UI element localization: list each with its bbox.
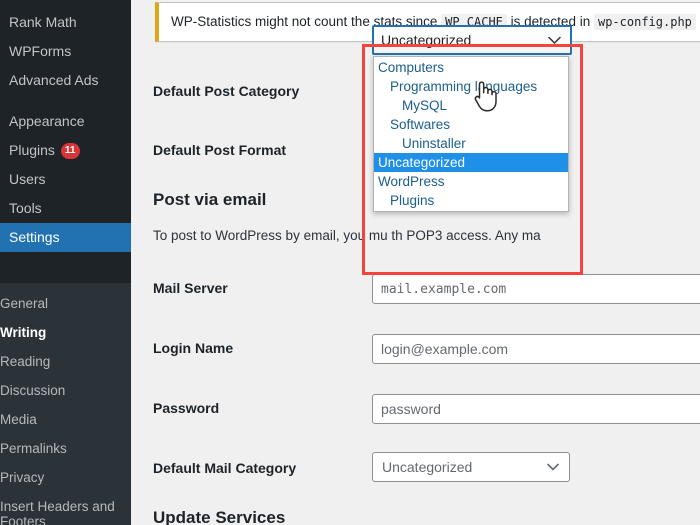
sidebar-item-settings[interactable]: Settings	[0, 223, 131, 252]
label-default-post-category: Default Post Category	[153, 83, 300, 99]
option-plugins[interactable]: Plugins	[374, 191, 568, 210]
option-mysql[interactable]: MySQL	[374, 96, 568, 115]
submenu-item-discussion[interactable]: Discussion	[0, 376, 131, 405]
sidebar-item-plugins[interactable]: Plugins 11	[0, 136, 131, 165]
sidebar-item-label: WPForms	[9, 43, 72, 59]
default-mail-category-select[interactable]: Uncategorized	[372, 452, 570, 482]
chevron-down-icon	[546, 453, 560, 481]
settings-submenu: General Writing Reading Discussion Media…	[0, 283, 131, 525]
sidebar-separator	[0, 95, 131, 107]
password-input[interactable]	[372, 394, 700, 424]
label-login-name: Login Name	[153, 340, 234, 356]
notice-text-part-3: , To	[696, 14, 700, 29]
submenu-item-insert-headers-and-footers[interactable]: Insert Headers and Footers	[0, 492, 131, 525]
row-password: Password	[131, 392, 700, 424]
heading-post-via-email: Post via email	[153, 190, 267, 209]
sidebar-item-label: Settings	[9, 229, 60, 245]
option-softwares[interactable]: Softwares	[374, 115, 568, 134]
sidebar-item-label: Appearance	[9, 113, 85, 129]
default-post-category-select[interactable]: Uncategorized	[372, 25, 572, 55]
option-wordpress[interactable]: WordPress	[374, 172, 568, 191]
sidebar-item-appearance[interactable]: Appearance	[0, 107, 131, 136]
submenu-item-writing[interactable]: Writing	[0, 318, 131, 347]
submenu-item-media[interactable]: Media	[0, 405, 131, 434]
sidebar-item-advanced-ads[interactable]: Advanced Ads	[0, 66, 131, 95]
sidebar-item-wpforms[interactable]: WPForms	[0, 37, 131, 66]
label-default-mail-category: Default Mail Category	[153, 460, 297, 476]
notice-code-wp-config: wp-config.php	[593, 14, 696, 30]
chevron-down-icon	[547, 27, 561, 53]
submenu-item-reading[interactable]: Reading	[0, 347, 131, 376]
default-mail-category-value: Uncategorized	[382, 459, 473, 475]
submenu-item-privacy[interactable]: Privacy	[0, 463, 131, 492]
option-programming-languages[interactable]: Programming languages	[374, 77, 568, 96]
row-login-name: Login Name	[131, 332, 700, 364]
default-post-category-value: Uncategorized	[381, 32, 472, 48]
option-uncategorized[interactable]: Uncategorized	[374, 153, 568, 172]
row-mail-server: Mail Server	[131, 272, 700, 304]
option-uninstaller[interactable]: Uninstaller	[374, 134, 568, 153]
sidebar-item-label: Plugins	[9, 142, 55, 158]
mail-server-input[interactable]	[372, 274, 700, 304]
sidebar-item-tools[interactable]: Tools	[0, 194, 131, 223]
desc-post-via-email: To post to WordPress by email, you mu th…	[153, 228, 541, 243]
heading-update-services: Update Services	[153, 508, 286, 525]
sidebar-item-label: Rank Math	[9, 14, 77, 30]
submenu-item-permalinks[interactable]: Permalinks	[0, 434, 131, 463]
label-mail-server: Mail Server	[153, 280, 228, 296]
option-computers[interactable]: Computers	[374, 58, 568, 77]
label-password: Password	[153, 400, 220, 416]
plugins-update-badge: 11	[60, 143, 80, 160]
sidebar-item-users[interactable]: Users	[0, 165, 131, 194]
row-default-mail-category: Default Mail Category Uncategorized	[131, 452, 700, 484]
sidebar-menu: Rank Math WPForms Advanced Ads Appearanc…	[0, 0, 131, 252]
label-default-post-format: Default Post Format	[153, 142, 287, 158]
default-post-category-options-list[interactable]: Computers Programming languages MySQL So…	[373, 56, 569, 212]
admin-sidebar: Rank Math WPForms Advanced Ads Appearanc…	[0, 0, 131, 525]
main-content: WP-Statistics might not count the stats …	[131, 0, 700, 525]
submenu-item-general[interactable]: General	[0, 289, 131, 318]
login-name-input[interactable]	[372, 334, 700, 364]
sidebar-item-label: Advanced Ads	[9, 72, 99, 88]
sidebar-item-label: Tools	[9, 200, 42, 216]
app-root: Rank Math WPForms Advanced Ads Appearanc…	[0, 0, 700, 525]
sidebar-item-rank-math[interactable]: Rank Math	[0, 8, 131, 37]
sidebar-item-label: Users	[9, 171, 46, 187]
